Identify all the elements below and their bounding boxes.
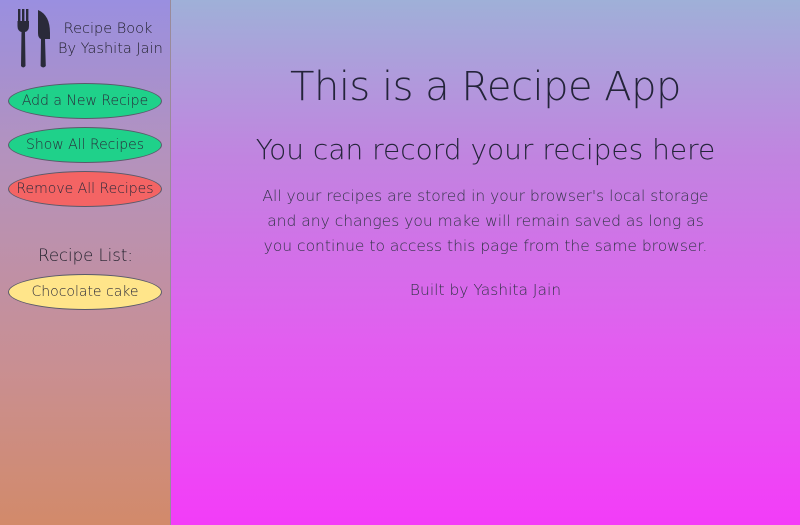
page-title: This is a Recipe App [290,64,681,110]
page-subtitle: You can record your recipes here [255,133,716,166]
brand-title-line1: Recipe Book [63,21,153,37]
recipe-list-item[interactable]: Chocolate cake [8,274,162,310]
brand: Recipe Book By Yashita Jain [0,0,170,80]
cutlery-icon [17,9,50,68]
app: Recipe Book By Yashita Jain Add a New Re… [0,0,800,525]
page-credit: Built by Yashita Jain [409,281,562,299]
brand-title: Recipe Book By Yashita Jain [58,19,163,59]
show-all-recipes-button[interactable]: Show All Recipes [8,127,162,163]
sidebar: Recipe Book By Yashita Jain Add a New Re… [0,0,171,525]
brand-title-line2: By Yashita Jain [58,41,163,57]
page-description: All your recipes are stored in your brow… [262,187,709,255]
remove-all-recipes-button[interactable]: Remove All Recipes [8,171,162,207]
main-content: This is a Recipe App You can record your… [171,0,800,525]
recipe-list-heading: Recipe List: [38,246,133,265]
add-recipe-button[interactable]: Add a New Recipe [8,83,162,119]
